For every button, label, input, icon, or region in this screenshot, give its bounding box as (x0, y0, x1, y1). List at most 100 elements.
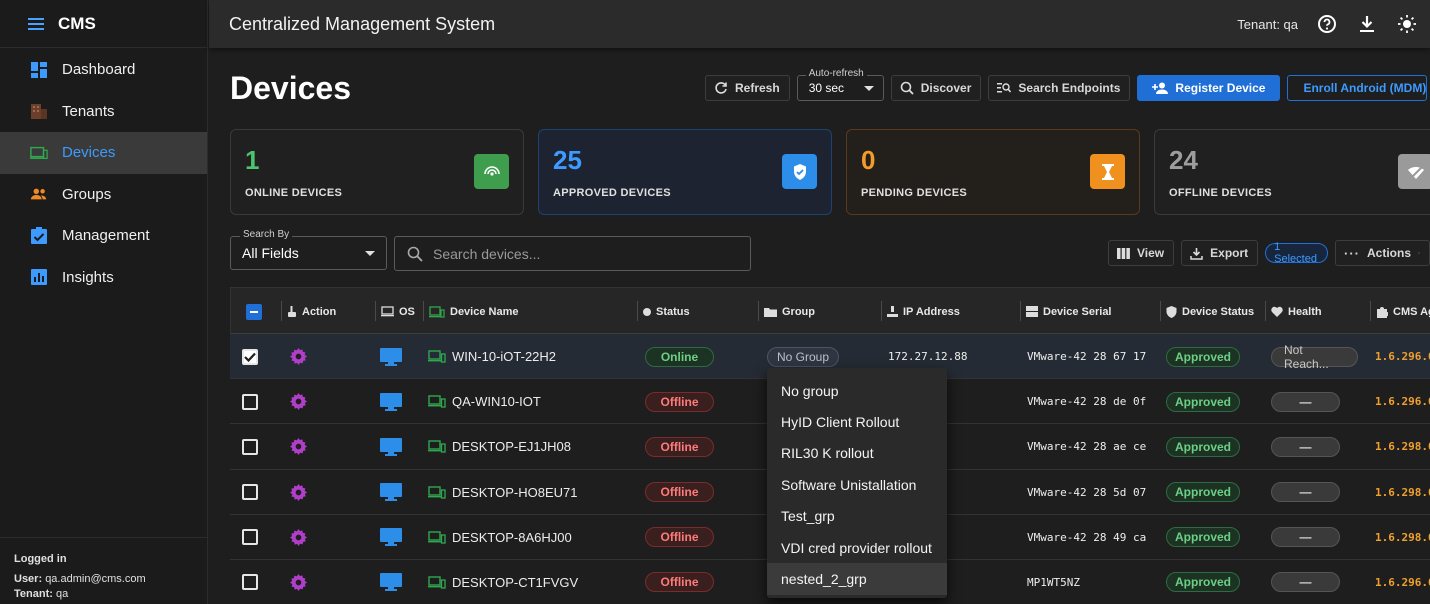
export-button[interactable]: Export (1181, 240, 1259, 266)
device-name-cell[interactable]: DESKTOP-EJ1JH08 (428, 424, 571, 469)
register-device-button[interactable]: Register Device (1137, 75, 1281, 101)
card-pending-devices[interactable]: 0 PENDING DEVICES (846, 129, 1140, 215)
group-option[interactable]: Test_grp (767, 501, 947, 532)
device-name-cell[interactable]: DESKTOP-CT1FVGV (428, 560, 578, 604)
auto-refresh-value: 30 sec (808, 81, 845, 95)
device-status-badge: Approved (1166, 572, 1241, 593)
col-cms-agent[interactable]: CMS Ag (1370, 288, 1430, 335)
col-device-name[interactable]: Device Name (423, 288, 519, 335)
refresh-button[interactable]: Refresh (705, 75, 790, 101)
sidebar-item-groups[interactable]: Groups (0, 174, 207, 216)
row-checkbox[interactable] (242, 393, 258, 410)
col-group[interactable]: Group (758, 288, 815, 335)
ip-address-text: 172.27.12.88 (888, 350, 968, 363)
stat-cards: 1 ONLINE DEVICES 25 APPROVED DEVICES 0 P… (230, 129, 1430, 215)
gear-icon[interactable] (290, 348, 307, 365)
device-name-cell[interactable]: DESKTOP-HO8EU71 (428, 470, 577, 515)
export-icon (1190, 247, 1203, 260)
gear-icon[interactable] (290, 528, 307, 546)
col-os[interactable]: OS (375, 288, 415, 335)
help-icon[interactable] (1316, 13, 1338, 35)
menu-icon[interactable] (28, 17, 44, 30)
cms-agent-cell: 1.6.298.0 (1375, 424, 1430, 469)
row-checkbox[interactable] (242, 348, 258, 365)
agent-version: 1.6.296.0 (1375, 395, 1430, 409)
col-health[interactable]: Health (1265, 288, 1322, 335)
gear-icon[interactable] (290, 393, 307, 411)
sidebar-item-dashboard[interactable]: Dashboard (0, 49, 207, 91)
view-button[interactable]: View (1108, 240, 1175, 266)
group-option[interactable]: nested_2_grp (767, 563, 947, 595)
tenant-value: qa (55, 588, 69, 600)
select-all-cell (246, 288, 262, 335)
sidebar-item-management[interactable]: Management (0, 215, 207, 257)
card-online-devices[interactable]: 1 ONLINE DEVICES (230, 129, 524, 215)
insights-icon (30, 268, 48, 286)
page-toolbar: Refresh Auto-refresh 30 sec Discover Sea… (705, 68, 1428, 101)
group-option[interactable]: HyID Client Rollout (767, 406, 947, 437)
monitor-icon (380, 392, 402, 411)
group-select[interactable]: No Group (767, 346, 840, 367)
sidebar-item-devices[interactable]: Devices (0, 132, 207, 174)
devices-icon (428, 485, 446, 499)
monitor-icon (380, 528, 402, 547)
health-badge: Not Reach... (1271, 343, 1358, 371)
auto-refresh-select[interactable]: Auto-refresh 30 sec (796, 68, 884, 101)
cms-agent-cell: 1.6.296.0 (1375, 560, 1430, 604)
actions-button[interactable]: ··· Actions (1335, 240, 1430, 266)
discover-button[interactable]: Discover (890, 75, 982, 101)
os-cell (380, 515, 402, 560)
row-checkbox[interactable] (242, 574, 258, 591)
device-serial: VMware-42 28 67 17 (1027, 334, 1146, 379)
download-icon[interactable] (1356, 13, 1378, 35)
group-option[interactable]: No group (767, 375, 947, 406)
group-option[interactable]: Software Unistallation (767, 469, 947, 500)
gear-icon[interactable] (290, 438, 307, 456)
group-option[interactable]: RIL30 K rollout (767, 438, 947, 469)
device-name: DESKTOP-EJ1JH08 (452, 439, 571, 455)
device-status-cell: Approved (1166, 470, 1241, 515)
theme-toggle-icon[interactable] (1396, 13, 1418, 35)
gear-icon[interactable] (290, 483, 307, 501)
col-status[interactable]: Status (637, 288, 690, 335)
status-badge: Online (645, 346, 714, 367)
card-value: 1 (245, 145, 260, 175)
list-search-icon (997, 83, 1012, 93)
device-name-cell[interactable]: QA-WIN10-IOT (428, 379, 541, 424)
card-approved-devices[interactable]: 25 APPROVED DEVICES (538, 129, 832, 215)
device-name-cell[interactable]: WIN-10-iOT-22H2 (428, 334, 556, 379)
card-offline-devices[interactable]: 24 OFFLINE DEVICES (1154, 129, 1430, 215)
card-value: 25 (553, 145, 582, 175)
group-option[interactable]: VDI cred provider rollout (767, 532, 947, 563)
search-input[interactable]: Search devices... (394, 236, 751, 271)
device-name-cell[interactable]: DESKTOP-8A6HJ00 (428, 515, 572, 560)
search-endpoints-button[interactable]: Search Endpoints (988, 75, 1131, 101)
device-serial-text: VMware-42 28 ae ce (1027, 440, 1147, 454)
sidebar-item-label: Insights (62, 268, 114, 286)
col-action[interactable]: Action (281, 288, 337, 335)
row-checkbox[interactable] (242, 438, 258, 455)
select-all-checkbox[interactable] (246, 303, 262, 320)
sidebar-item-tenants[interactable]: Tenants (0, 91, 207, 133)
card-label: PENDING DEVICES (861, 187, 967, 199)
col-label: Group (782, 305, 815, 318)
row-checkbox[interactable] (242, 529, 258, 546)
row-checkbox[interactable] (242, 484, 258, 501)
health-cell: — (1271, 560, 1340, 604)
gear-icon[interactable] (290, 573, 307, 591)
col-label: Action (302, 305, 337, 318)
health-badge: — (1271, 436, 1340, 457)
brand-bar: CMS (0, 0, 207, 48)
card-label: APPROVED DEVICES (553, 187, 671, 199)
search-placeholder: Search devices... (433, 245, 541, 262)
health-badge: — (1271, 572, 1340, 593)
enroll-android-button[interactable]: Enroll Android (MDM) (1287, 75, 1428, 101)
device-name: WIN-10-iOT-22H2 (452, 349, 557, 364)
row-select-cell (242, 470, 258, 515)
col-device-serial[interactable]: Device Serial (1020, 288, 1112, 335)
sidebar-item-insights[interactable]: Insights (0, 257, 207, 299)
device-serial: VMware-42 28 de 0f (1027, 379, 1146, 424)
col-ip-address[interactable]: IP Address (881, 288, 960, 335)
search-by-select[interactable]: Search By All Fields (230, 229, 387, 270)
col-device-status[interactable]: Device Status (1160, 288, 1254, 335)
